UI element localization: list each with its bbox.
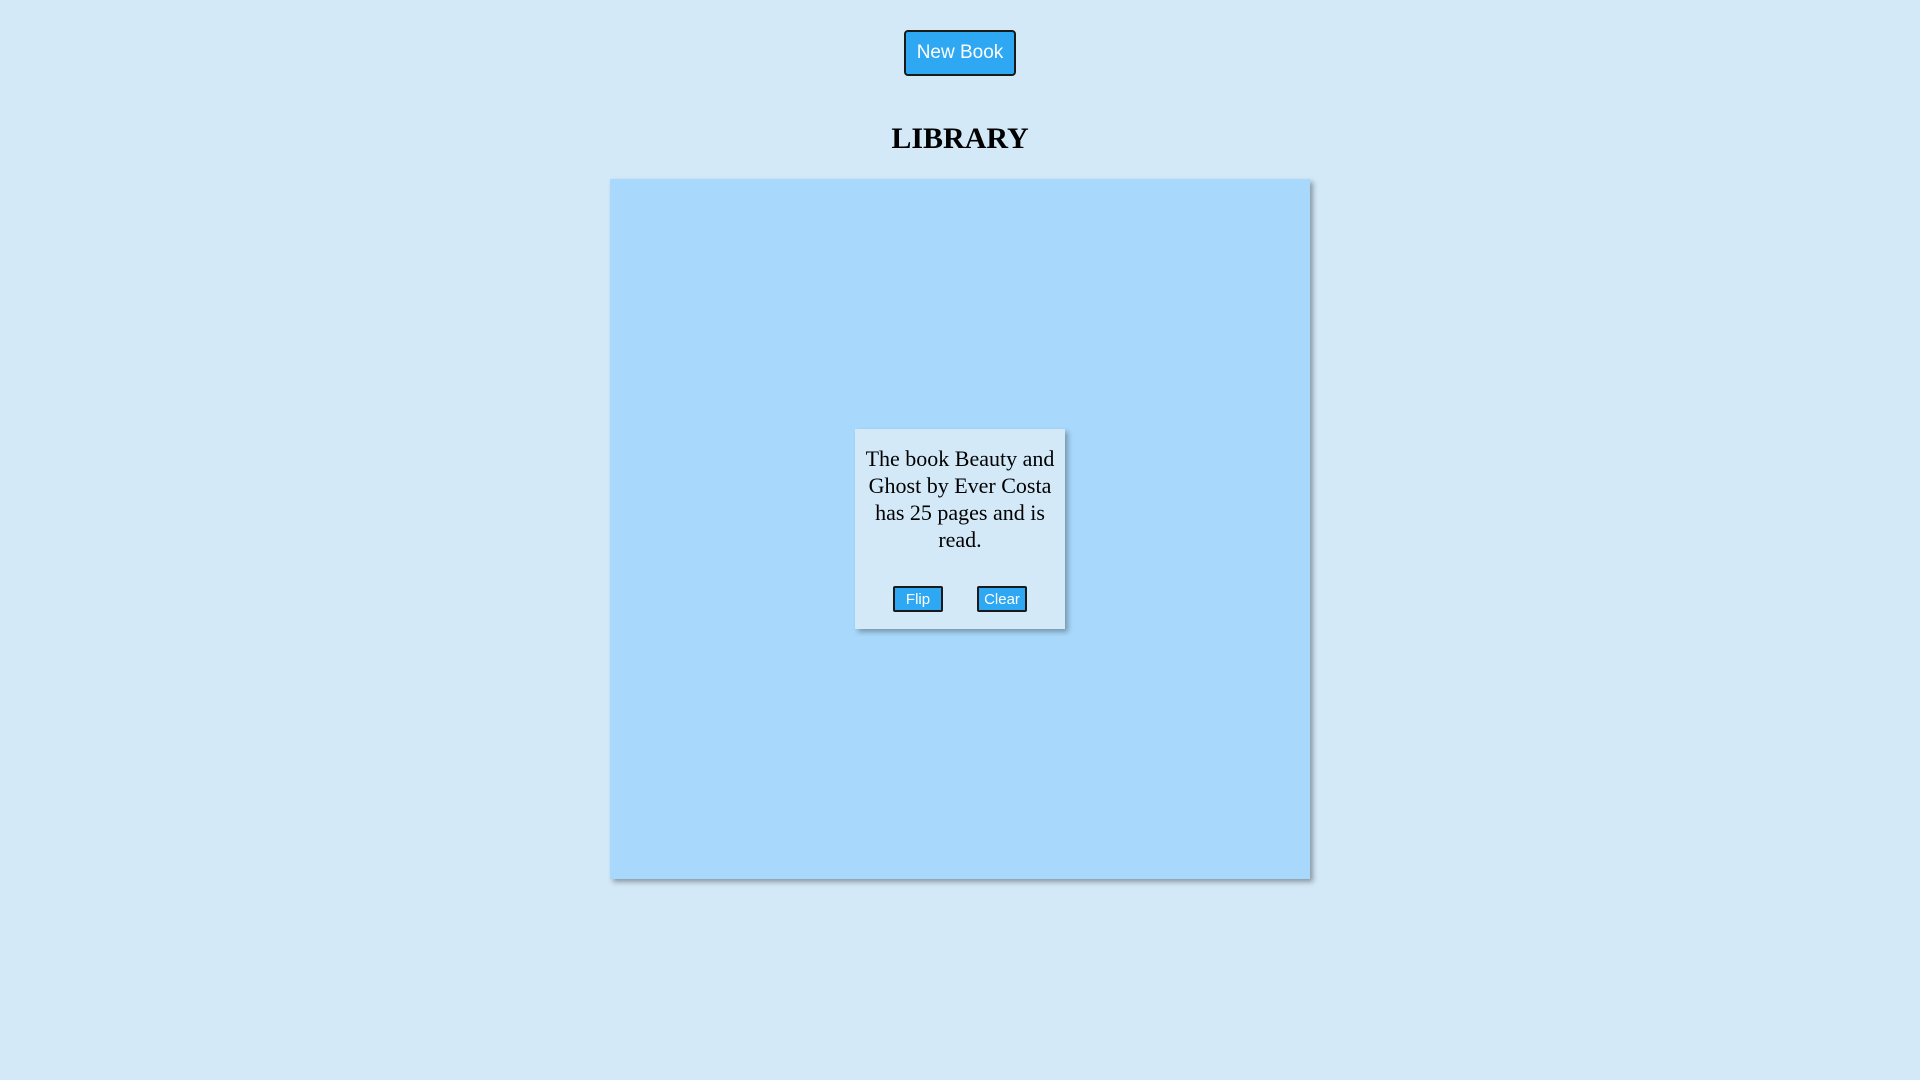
library-panel: The book Beauty and Ghost by Ever Costa … xyxy=(610,179,1310,879)
book-description: The book Beauty and Ghost by Ever Costa … xyxy=(865,446,1055,552)
new-book-button[interactable]: New Book xyxy=(904,30,1016,76)
book-card-actions: Flip Clear xyxy=(855,586,1065,612)
clear-button[interactable]: Clear xyxy=(977,586,1027,612)
flip-button[interactable]: Flip xyxy=(893,586,943,612)
page-title: LIBRARY xyxy=(891,122,1029,155)
book-card: The book Beauty and Ghost by Ever Costa … xyxy=(855,429,1065,629)
page: New Book LIBRARY The book Beauty and Gho… xyxy=(0,0,1920,1080)
